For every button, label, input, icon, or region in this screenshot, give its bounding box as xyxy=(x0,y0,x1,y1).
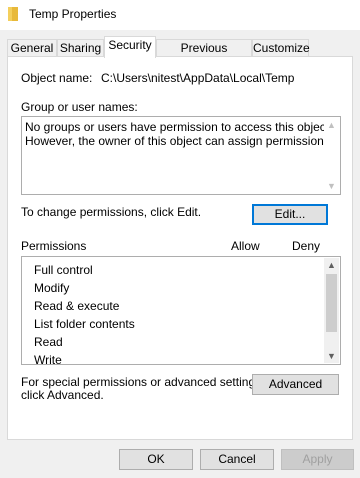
tab-sharing[interactable]: Sharing xyxy=(57,39,104,57)
permission-item: Read xyxy=(34,335,63,349)
group-list-scrollbar[interactable]: ▲ ▼ xyxy=(324,118,339,193)
object-name-label: Object name: xyxy=(21,71,93,85)
group-names-list[interactable]: No groups or users have permission to ac… xyxy=(21,116,341,195)
window-title: Temp Properties xyxy=(29,7,117,21)
permissions-list[interactable]: Full control Modify Read & execute List … xyxy=(21,256,341,367)
tab-customize[interactable]: Customize xyxy=(252,39,310,57)
advanced-hint-line1: For special permissions or advanced sett… xyxy=(21,375,265,389)
permission-item: Full control xyxy=(34,263,93,277)
scroll-up-icon[interactable]: ▲ xyxy=(324,118,339,132)
change-permissions-text: To change permissions, click Edit. xyxy=(21,205,202,219)
tab-general[interactable]: General xyxy=(7,39,57,57)
group-empty-message-line1: No groups or users have permission to ac… xyxy=(25,120,333,134)
cancel-button[interactable]: Cancel xyxy=(200,449,274,470)
tab-previous-versions[interactable]: Previous Versions xyxy=(156,39,252,72)
title-bar: Temp Properties xyxy=(0,0,360,30)
advanced-hint-line2: click Advanced. xyxy=(21,388,104,402)
scroll-down-icon[interactable]: ▼ xyxy=(324,179,339,193)
security-panel: Object name: C:\Users\nitest\AppData\Loc… xyxy=(7,56,353,440)
allow-column-label: Allow xyxy=(231,239,260,253)
object-name-value: C:\Users\nitest\AppData\Local\Temp xyxy=(101,71,295,85)
deny-column-label: Deny xyxy=(292,239,321,253)
advanced-button[interactable]: Advanced xyxy=(252,374,339,395)
permission-item: Write xyxy=(34,353,62,367)
scroll-down-icon[interactable]: ▼ xyxy=(324,349,339,363)
permissions-scrollbar[interactable]: ▲ ▼ xyxy=(324,258,339,363)
edit-button[interactable]: Edit... xyxy=(252,204,328,225)
tab-security[interactable]: Security xyxy=(104,36,156,58)
group-empty-message-line2: However, the owner of this object can as… xyxy=(25,134,334,148)
permission-item: Modify xyxy=(34,281,70,295)
permission-item: List folder contents xyxy=(34,317,135,331)
permission-item: Read & execute xyxy=(34,299,120,313)
ok-button[interactable]: OK xyxy=(119,449,193,470)
folder-icon xyxy=(8,7,18,21)
apply-button[interactable]: Apply xyxy=(281,449,354,470)
scroll-up-icon[interactable]: ▲ xyxy=(324,258,339,272)
group-names-label: Group or user names: xyxy=(21,100,138,114)
permissions-label: Permissions xyxy=(21,239,87,253)
scroll-thumb[interactable] xyxy=(326,274,337,332)
